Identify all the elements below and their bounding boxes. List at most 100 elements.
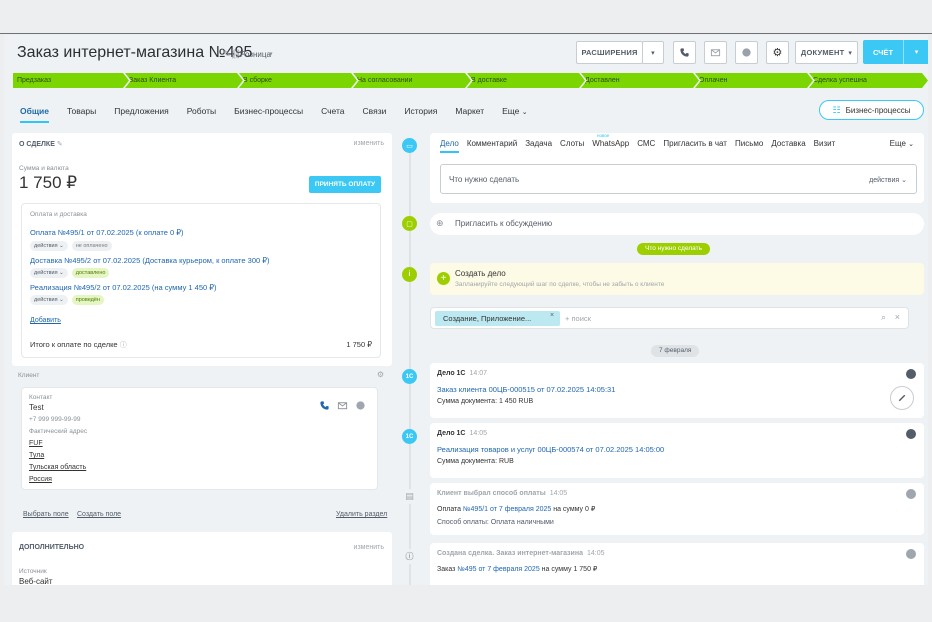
event-link[interactable]: Реализация товаров и услуг 00ЦБ-000574 о… xyxy=(437,445,664,454)
tab-offers[interactable]: Предложения xyxy=(114,106,168,120)
deal-category[interactable]: Розница xyxy=(240,50,271,59)
tab-invite-chat[interactable]: Пригласить в чат xyxy=(663,139,727,148)
tab-comment[interactable]: Комментарий xyxy=(467,139,517,148)
caret-down-icon[interactable]: ▾ xyxy=(904,48,928,56)
more-tabs-dropdown[interactable]: Еще ⌄ xyxy=(890,139,914,148)
contact-phone[interactable]: +7 999 999-99-99 xyxy=(29,416,81,423)
compass-icon[interactable] xyxy=(890,386,914,410)
create-activity-card[interactable]: + Создать дело Запланируйте следующий ша… xyxy=(430,263,924,295)
info-icon[interactable]: ⓘ xyxy=(120,342,127,349)
stage-item[interactable]: Заказ Клиента xyxy=(125,73,243,88)
tab-letter[interactable]: Письмо xyxy=(735,139,763,148)
actions-dropdown[interactable]: действия ⌄ xyxy=(30,295,68,305)
realization-doc-link[interactable]: Реализация №495/2 от 07.02.2025 (на сумм… xyxy=(30,283,217,292)
chat-bubble-icon[interactable] xyxy=(355,400,366,411)
stage-item[interactable]: Оплачен xyxy=(695,73,813,88)
caret-down-icon: ▾ xyxy=(848,49,853,57)
event-time: 14:05 xyxy=(549,490,568,497)
user-icon[interactable] xyxy=(906,429,916,439)
tab-slots[interactable]: Слоты xyxy=(560,139,584,148)
todo-input[interactable]: Что нужно сделать действия ⌄ xyxy=(440,164,917,194)
user-icon[interactable] xyxy=(906,489,916,499)
add-link[interactable]: Добавить xyxy=(30,317,61,324)
phone-icon[interactable] xyxy=(319,400,330,411)
actions-dropdown[interactable]: действия ⌄ xyxy=(869,176,907,184)
tab-invoices[interactable]: Счета xyxy=(321,106,344,120)
tab-market[interactable]: Маркет xyxy=(455,106,484,120)
invoice-button-label: СЧЁТ xyxy=(872,47,894,57)
invoice-button[interactable]: СЧЁТ ▾ xyxy=(863,40,928,64)
create-field-link[interactable]: Создать поле xyxy=(77,511,121,518)
event-detail: Способ оплаты: Оплата наличными xyxy=(437,519,554,526)
close-icon[interactable]: × xyxy=(895,312,900,322)
tab-general[interactable]: Общие xyxy=(20,106,49,123)
flowchart-icon: ☷ xyxy=(832,104,841,115)
accept-payment-button[interactable]: ПРИНЯТЬ ОПЛАТУ xyxy=(309,176,381,193)
edit-link[interactable]: изменить xyxy=(354,544,384,551)
timeline-filter[interactable]: Создание, Приложение... × + поиск ⌕ × xyxy=(430,307,909,329)
actions-label: действия xyxy=(869,177,900,184)
tab-products[interactable]: Товары xyxy=(67,106,96,120)
client-contact-block: Контакт Test +7 999 999-99-99 Фактически… xyxy=(21,387,378,490)
envelope-icon[interactable] xyxy=(337,400,348,411)
stage-item[interactable]: Предзаказ xyxy=(13,73,129,88)
activity-composer: новое Дело Комментарий Задача Слоты What… xyxy=(430,133,924,203)
call-button[interactable] xyxy=(673,41,696,64)
stage-item[interactable]: Сделка успешна xyxy=(809,73,928,88)
event-link[interactable]: №495/1 от 7 февраля 2025 xyxy=(463,506,551,513)
tab-visit[interactable]: Визит xyxy=(814,139,836,148)
contact-name[interactable]: Test xyxy=(29,403,44,412)
stage-item[interactable]: Доставлен xyxy=(581,73,699,88)
address-line[interactable]: Россия xyxy=(29,476,52,483)
extensions-button[interactable]: РАСШИРЕНИЯ xyxy=(576,41,643,64)
address-line[interactable]: FUF xyxy=(29,440,43,447)
payment-doc-link[interactable]: Оплата №495/1 от 07.02.2025 (к оплате 0 … xyxy=(30,228,184,237)
create-title: Создать дело xyxy=(455,269,506,278)
tab-more[interactable]: Еще ⌄ xyxy=(502,106,528,120)
filter-tag[interactable]: Создание, Приложение... xyxy=(435,311,560,326)
close-icon[interactable]: × xyxy=(550,312,554,319)
settings-button[interactable]: ⚙ xyxy=(766,41,789,64)
tab-delivery[interactable]: Доставка xyxy=(771,139,805,148)
actions-dropdown[interactable]: действия ⌄ xyxy=(30,241,68,251)
tab-sms[interactable]: СМС xyxy=(637,139,655,148)
gear-icon[interactable]: ⚙ xyxy=(377,370,384,379)
actions-label: действия xyxy=(34,270,58,276)
delivery-doc-link[interactable]: Доставка №495/2 от 07.02.2025 (Доставка … xyxy=(30,256,270,265)
messenger-button[interactable] xyxy=(735,41,758,64)
user-icon[interactable] xyxy=(906,549,916,559)
search-icon[interactable]: ⌕ xyxy=(881,312,886,323)
stage-pipeline: Предзаказ Заказ Клиента В сборке На согл… xyxy=(13,73,928,88)
stage-item[interactable]: В доставке xyxy=(467,73,585,88)
tab-task[interactable]: Задача xyxy=(525,139,552,148)
document-button[interactable]: ДОКУМЕНТ ▾ xyxy=(795,41,858,64)
choose-field-link[interactable]: Выбрать поле xyxy=(23,511,69,518)
pencil-icon[interactable]: ✎ xyxy=(57,141,63,148)
actions-dropdown[interactable]: действия ⌄ xyxy=(30,268,68,278)
tab-history[interactable]: История xyxy=(404,106,437,120)
info-icon: ⓘ xyxy=(402,549,417,564)
event-link[interactable]: Заказ клиента 00ЦБ-000515 от 07.02.2025 … xyxy=(437,385,615,394)
extensions-dropdown-button[interactable]: ▾ xyxy=(642,41,664,64)
event-link[interactable]: №495 от 7 февраля 2025 xyxy=(457,566,539,573)
address-line[interactable]: Тула xyxy=(29,452,44,459)
invite-to-discussion[interactable]: ⊕ Пригласить к обсуждению xyxy=(430,213,924,235)
email-button[interactable] xyxy=(704,41,727,64)
date-pill: 7 февраля xyxy=(651,345,700,357)
chevron-down-icon[interactable]: ▾ xyxy=(269,50,273,58)
tab-whatsapp[interactable]: WhatsApp xyxy=(592,139,629,148)
user-icon[interactable] xyxy=(906,369,916,379)
stage-item[interactable]: В сборке xyxy=(239,73,357,88)
tab-relations[interactable]: Связи xyxy=(363,106,387,120)
tab-robots[interactable]: Роботы xyxy=(187,106,216,120)
payment-delivery-block: Оплата и доставка Оплата №495/1 от 07.02… xyxy=(21,203,381,358)
address-line[interactable]: Тульская область xyxy=(29,464,86,471)
business-processes-button[interactable]: ☷ Бизнес-процессы xyxy=(819,100,924,120)
event-time: 14:05 xyxy=(469,430,488,437)
total-label: Итого к оплате по сделке ⓘ xyxy=(30,340,127,350)
delete-section-link[interactable]: Удалить раздел xyxy=(336,511,387,518)
tab-activity[interactable]: Дело xyxy=(440,139,459,153)
edit-link[interactable]: изменить xyxy=(354,140,384,147)
tab-business-processes[interactable]: Бизнес-процессы xyxy=(234,106,303,120)
stage-item[interactable]: На согласовании xyxy=(353,73,471,88)
